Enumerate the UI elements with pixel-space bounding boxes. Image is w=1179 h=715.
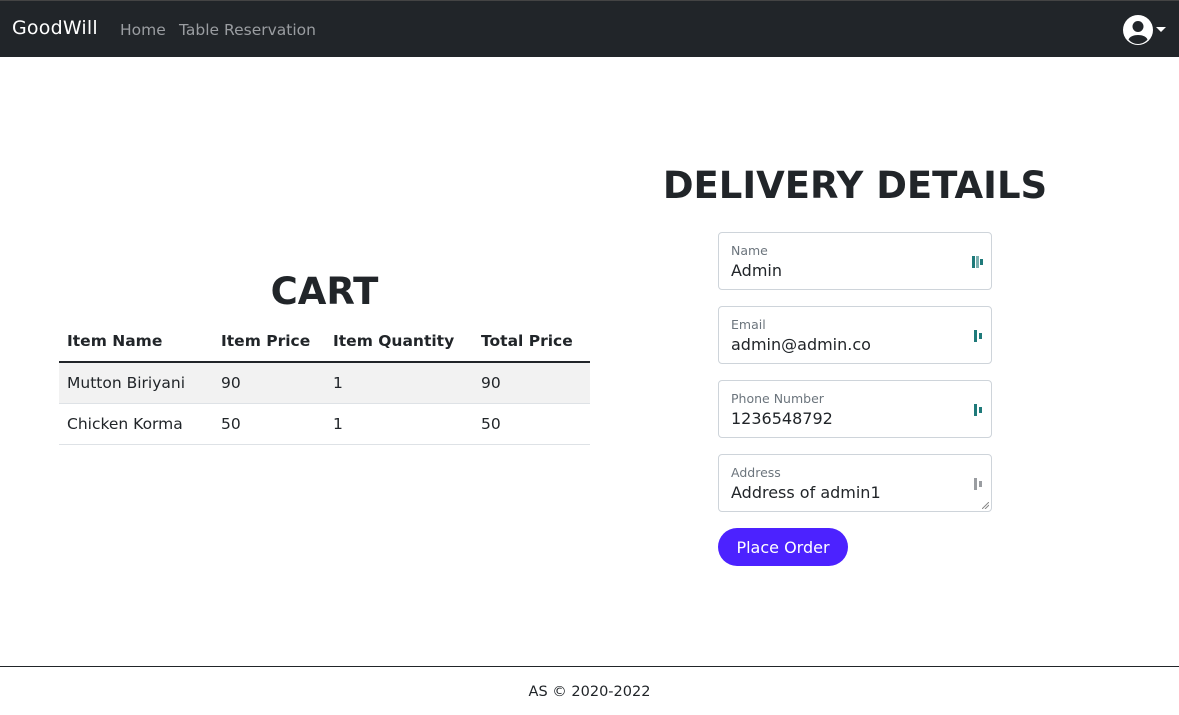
page-footer: AS © 2020-2022 — [0, 666, 1179, 715]
autofill-key-icon[interactable] — [971, 328, 985, 344]
address-field[interactable]: Address — [718, 454, 992, 512]
email-field-label: Email — [731, 317, 766, 332]
cell-item-quantity: 1 — [325, 403, 473, 445]
column-header-total-price: Total Price — [473, 320, 590, 363]
cell-item-price: 50 — [213, 403, 325, 445]
cell-item-price: 90 — [213, 362, 325, 404]
name-input[interactable] — [731, 261, 961, 280]
cell-total-price: 90 — [473, 362, 590, 404]
name-field[interactable]: Name — [718, 232, 992, 290]
phone-number-field-label: Phone Number — [731, 391, 824, 406]
cell-item-name: Mutton Biriyani — [59, 362, 213, 404]
cell-item-name: Chicken Korma — [59, 403, 213, 445]
column-header-item-name: Item Name — [59, 320, 213, 363]
caret-down-icon — [1156, 27, 1166, 32]
address-textarea[interactable] — [731, 483, 961, 502]
email-field[interactable]: Email — [718, 306, 992, 364]
name-field-label: Name — [731, 243, 768, 258]
phone-number-input[interactable] — [731, 409, 961, 428]
delivery-details-title: DELIVERY DETAILS — [662, 164, 1048, 207]
autofill-key-icon[interactable] — [971, 476, 985, 492]
nav-link-home[interactable]: Home — [120, 21, 166, 39]
phone-number-field[interactable]: Phone Number — [718, 380, 992, 438]
table-row: Chicken Korma 50 1 50 — [59, 403, 590, 445]
resize-handle-icon[interactable] — [982, 502, 989, 509]
email-input[interactable] — [731, 335, 961, 354]
table-header-row: Item Name Item Price Item Quantity Total… — [59, 320, 590, 363]
autofill-key-icon[interactable] — [971, 254, 985, 270]
column-header-item-quantity: Item Quantity — [325, 320, 473, 363]
cart-title: CART — [270, 270, 379, 313]
table-row: Mutton Biriyani 90 1 90 — [59, 362, 590, 404]
top-navbar: GoodWill Home Table Reservation — [0, 0, 1179, 57]
brand-logo[interactable]: GoodWill — [12, 17, 98, 39]
column-header-item-price: Item Price — [213, 320, 325, 363]
user-circle-icon — [1123, 15, 1153, 45]
cell-item-quantity: 1 — [325, 362, 473, 404]
footer-copyright: AS © 2020-2022 — [528, 684, 651, 700]
place-order-button[interactable]: Place Order — [718, 528, 848, 566]
user-menu-dropdown[interactable] — [1122, 14, 1168, 46]
nav-link-table-reservation[interactable]: Table Reservation — [179, 21, 316, 39]
cart-table: Item Name Item Price Item Quantity Total… — [59, 320, 590, 445]
address-field-label: Address — [731, 465, 781, 480]
cell-total-price: 50 — [473, 403, 590, 445]
autofill-key-icon[interactable] — [971, 402, 985, 418]
